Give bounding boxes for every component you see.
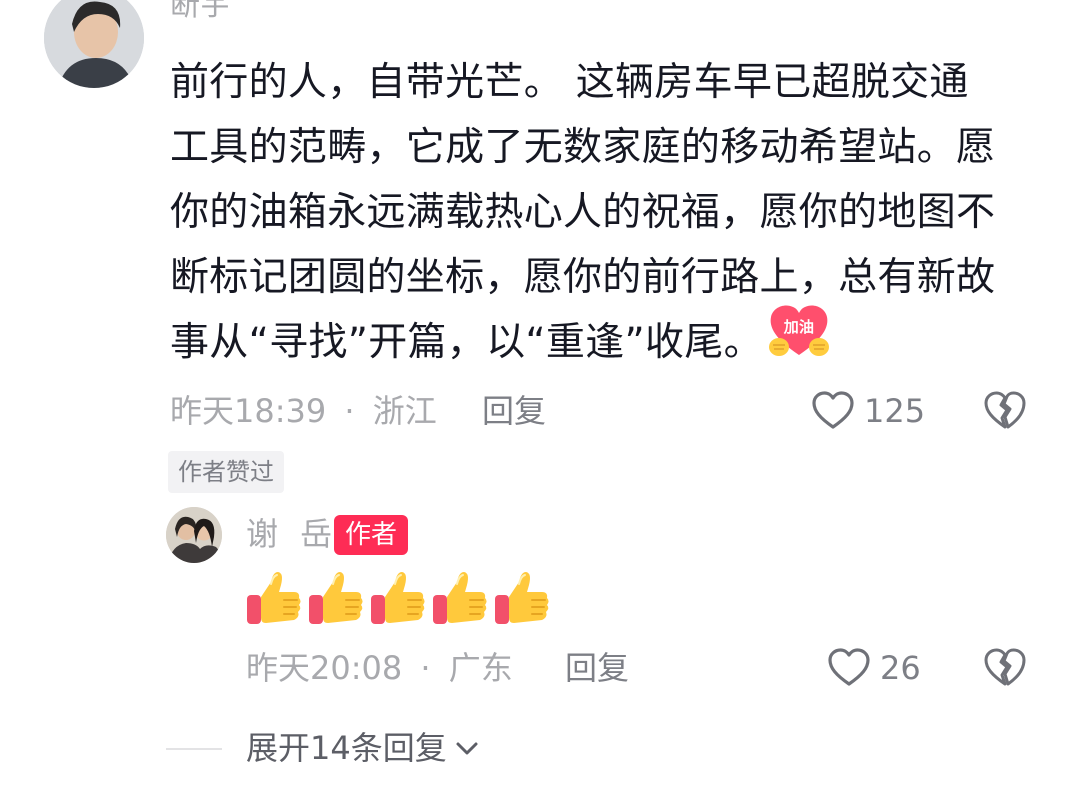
meta-separator: ·	[344, 392, 355, 430]
like-button[interactable]	[810, 388, 856, 438]
comment-location: 浙江	[372, 392, 437, 430]
reply-reply-button[interactable]: 回复	[565, 645, 629, 691]
comment-line: 工具的范畴，它成了无数家庭的移动希望站。愿	[170, 125, 996, 170]
commenter-username[interactable]: 断宇	[170, 0, 230, 26]
reply-dislike-button[interactable]	[982, 645, 1028, 695]
expand-replies-button[interactable]: 展开14条回复	[246, 724, 481, 772]
reply-button[interactable]: 回复	[482, 388, 546, 434]
meta-separator: ·	[420, 649, 431, 687]
reply-avatar[interactable]	[166, 507, 222, 563]
commenter-avatar[interactable]	[44, 0, 144, 88]
comment-line: 前行的人，自带光芒。 这辆房车早已超脱交通	[170, 60, 969, 105]
reply-location: 广东	[448, 649, 513, 687]
comment-line: 事从“寻找”开篇，以“重逢”收尾。	[170, 320, 763, 365]
thumbs-up-emoji	[309, 572, 363, 624]
cheer-sticker-icon: 加油	[767, 301, 831, 379]
author-liked-tag: 作者赞过	[168, 451, 284, 493]
thumbs-up-emoji	[433, 572, 487, 624]
reply-emoji-row	[244, 568, 554, 634]
broken-heart-icon	[984, 648, 1026, 686]
thumbs-up-emoji	[247, 572, 301, 624]
thumbs-up-emoji	[495, 572, 549, 624]
expand-divider	[166, 748, 222, 750]
heart-outline-icon	[812, 391, 854, 429]
cheer-sticker-label: 加油	[783, 318, 815, 336]
heart-outline-icon	[828, 648, 870, 686]
reply-time: 昨天20:08	[246, 649, 403, 687]
dislike-button[interactable]	[982, 388, 1028, 438]
comment-line: 断标记团圆的坐标，愿你的前行路上，总有新故	[170, 255, 996, 300]
comment-line-last: 事从“寻找”开篇，以“重逢”收尾。 加油	[170, 304, 1050, 379]
author-badge: 作者	[334, 515, 409, 555]
thumbs-up-emoji	[371, 572, 425, 624]
reply-like-count: 26	[880, 649, 921, 687]
like-count: 125	[864, 392, 926, 430]
comment-text: 前行的人，自带光芒。 这辆房车早已超脱交通 工具的范畴，它成了无数家庭的移动希望…	[170, 50, 1050, 379]
comment-time: 昨天18:39	[170, 392, 327, 430]
chevron-down-icon	[456, 742, 478, 755]
reply-username[interactable]: 谢 岳	[246, 512, 338, 556]
broken-heart-icon	[984, 391, 1026, 429]
reply-meta: 昨天20:08 · 广东	[246, 645, 513, 691]
expand-replies-label: 展开14条回复	[246, 729, 447, 767]
comment-meta: 昨天18:39 · 浙江	[170, 388, 437, 434]
comment-line: 你的油箱永远满载热心人的祝福，愿你的地图不	[170, 190, 996, 235]
reply-like-button[interactable]	[826, 645, 872, 695]
